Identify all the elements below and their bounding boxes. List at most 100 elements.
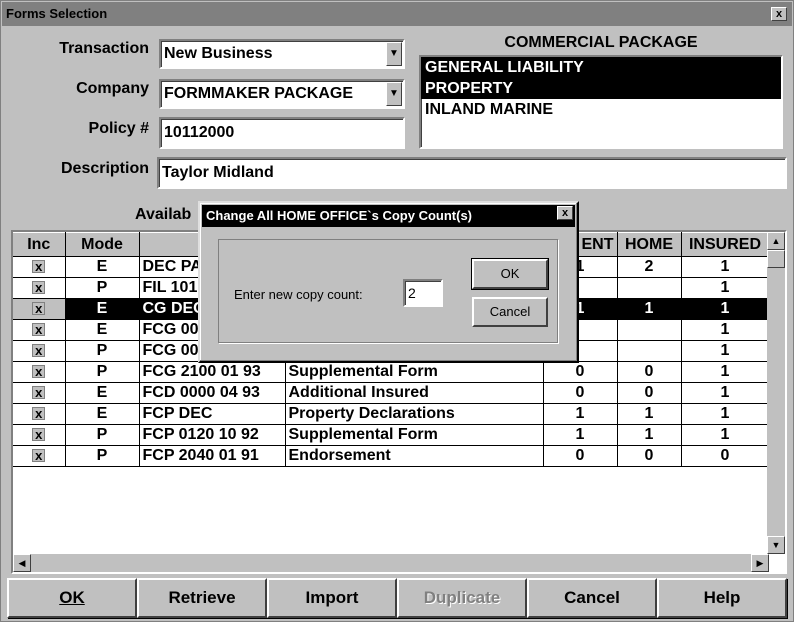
col-insured-header[interactable]: INSURED (681, 232, 770, 257)
row-home-count: 2 (617, 256, 682, 278)
checkbox-checked-icon[interactable]: x (32, 281, 46, 294)
row-form-name: FCP 2040 01 91 (139, 445, 286, 467)
row-insured-count: 1 (681, 361, 770, 383)
package-item-inland-marine[interactable]: INLAND MARINE (421, 99, 781, 120)
dialog-close-button[interactable]: x (557, 206, 573, 220)
horizontal-scrollbar[interactable]: ◀ ▶ (13, 554, 769, 572)
row-include-checkbox[interactable]: x (13, 424, 66, 446)
row-ent-count: 0 (543, 361, 618, 383)
table-row[interactable]: x E FCP DEC Property Declarations 1 1 1 (13, 403, 770, 425)
row-home-count: 0 (617, 382, 682, 404)
vertical-scroll-thumb[interactable] (767, 250, 785, 268)
row-insured-count: 1 (681, 382, 770, 404)
vertical-scrollbar[interactable]: ▲ ▼ (767, 232, 785, 554)
row-mode: P (65, 340, 140, 362)
table-row[interactable]: x E FCD 0000 04 93 Additional Insured 0 0 1 (13, 382, 770, 404)
row-home-count: 0 (617, 361, 682, 383)
row-include-checkbox[interactable]: x (13, 382, 66, 404)
row-include-checkbox[interactable]: x (13, 361, 66, 383)
package-item-general-liability[interactable]: GENERAL LIABILITY (421, 57, 781, 78)
table-row[interactable]: x P FCG 2100 01 93 Supplemental Form 0 0 1 (13, 361, 770, 383)
row-mode: P (65, 277, 140, 299)
checkbox-checked-icon[interactable]: x (32, 449, 46, 462)
window-title: Forms Selection (2, 2, 792, 26)
cancel-button[interactable]: Cancel (527, 578, 657, 618)
copy-count-input[interactable]: 2 (403, 279, 443, 307)
row-mode: P (65, 445, 140, 467)
checkbox-checked-icon[interactable]: x (32, 428, 46, 441)
checkbox-checked-icon[interactable]: x (32, 302, 46, 315)
col-home-header[interactable]: HOME (617, 232, 682, 257)
copy-count-label: Enter new copy count: (234, 287, 363, 302)
scroll-left-arrow-icon[interactable]: ◀ (13, 554, 31, 572)
company-select[interactable]: FORMMAKER PACKAGE (159, 79, 405, 109)
col-inc-header[interactable]: Inc (13, 232, 66, 257)
row-mode: E (65, 382, 140, 404)
description-input[interactable]: Taylor Midland (157, 157, 787, 189)
row-home-count (617, 319, 682, 341)
row-home-count: 0 (617, 445, 682, 467)
row-insured-count: 1 (681, 277, 770, 299)
package-item-property[interactable]: PROPERTY (421, 78, 781, 99)
row-mode: E (65, 256, 140, 278)
package-list[interactable]: GENERAL LIABILITY PROPERTY INLAND MARINE (419, 55, 783, 149)
row-form-name: FCP 0120 10 92 (139, 424, 286, 446)
button-bar: OK Retrieve Import Duplicate Cancel Help (7, 578, 787, 618)
row-insured-count: 1 (681, 319, 770, 341)
row-include-checkbox[interactable]: x (13, 319, 66, 341)
checkbox-checked-icon[interactable]: x (32, 323, 46, 336)
row-mode: E (65, 298, 140, 320)
row-insured-count: 1 (681, 403, 770, 425)
col-mode-header[interactable]: Mode (65, 232, 140, 257)
import-button[interactable]: Import (267, 578, 397, 618)
row-include-checkbox[interactable]: x (13, 445, 66, 467)
row-form-name: FCP DEC (139, 403, 286, 425)
row-ent-count: 1 (543, 403, 618, 425)
policy-label: Policy # (88, 120, 149, 137)
row-description: Supplemental Form (285, 361, 544, 383)
row-ent-count: 0 (543, 445, 618, 467)
scroll-down-arrow-icon[interactable]: ▼ (767, 536, 785, 554)
scroll-right-arrow-icon[interactable]: ▶ (751, 554, 769, 572)
row-include-checkbox[interactable]: x (13, 256, 66, 278)
row-include-checkbox[interactable]: x (13, 277, 66, 299)
ok-button[interactable]: OK (7, 578, 137, 618)
transaction-dropdown-arrow-icon[interactable]: ▼ (386, 42, 402, 66)
row-ent-count: 1 (543, 424, 618, 446)
checkbox-checked-icon[interactable]: x (32, 407, 46, 420)
dialog-ok-button[interactable]: OK (472, 259, 548, 289)
row-mode: P (65, 361, 140, 383)
window-close-button[interactable]: x (771, 7, 787, 21)
row-insured-count: 1 (681, 424, 770, 446)
policy-number-input[interactable]: 10112000 (159, 117, 405, 149)
company-dropdown-arrow-icon[interactable]: ▼ (386, 82, 402, 106)
checkbox-checked-icon[interactable]: x (32, 344, 46, 357)
row-mode: P (65, 424, 140, 446)
package-header: COMMERCIAL PACKAGE (504, 34, 698, 51)
row-include-checkbox[interactable]: x (13, 340, 66, 362)
checkbox-checked-icon[interactable]: x (32, 386, 46, 399)
retrieve-button[interactable]: Retrieve (137, 578, 267, 618)
row-insured-count: 1 (681, 340, 770, 362)
checkbox-checked-icon[interactable]: x (32, 365, 46, 378)
help-button[interactable]: Help (657, 578, 787, 618)
row-mode: E (65, 319, 140, 341)
dialog-cancel-button[interactable]: Cancel (472, 297, 548, 327)
description-label: Description (60, 160, 149, 177)
company-label: Company (76, 80, 149, 97)
row-description: Property Declarations (285, 403, 544, 425)
duplicate-button[interactable]: Duplicate (397, 578, 527, 618)
scroll-up-arrow-icon[interactable]: ▲ (767, 232, 785, 250)
table-row[interactable]: x P FCP 0120 10 92 Supplemental Form 1 1 1 (13, 424, 770, 446)
transaction-label: Transaction (59, 40, 149, 57)
row-form-name: FCG 2100 01 93 (139, 361, 286, 383)
transaction-select[interactable]: New Business (159, 39, 405, 69)
row-mode: E (65, 403, 140, 425)
row-include-checkbox[interactable]: x (13, 403, 66, 425)
row-include-checkbox[interactable]: x (13, 298, 66, 320)
checkbox-checked-icon[interactable]: x (32, 260, 46, 273)
table-row[interactable]: x P FCP 2040 01 91 Endorsement 0 0 0 (13, 445, 770, 467)
row-home-count: 1 (617, 298, 682, 320)
forms-selection-window: Forms Selection x Transaction New Busine… (0, 0, 794, 622)
row-ent-count: 0 (543, 382, 618, 404)
